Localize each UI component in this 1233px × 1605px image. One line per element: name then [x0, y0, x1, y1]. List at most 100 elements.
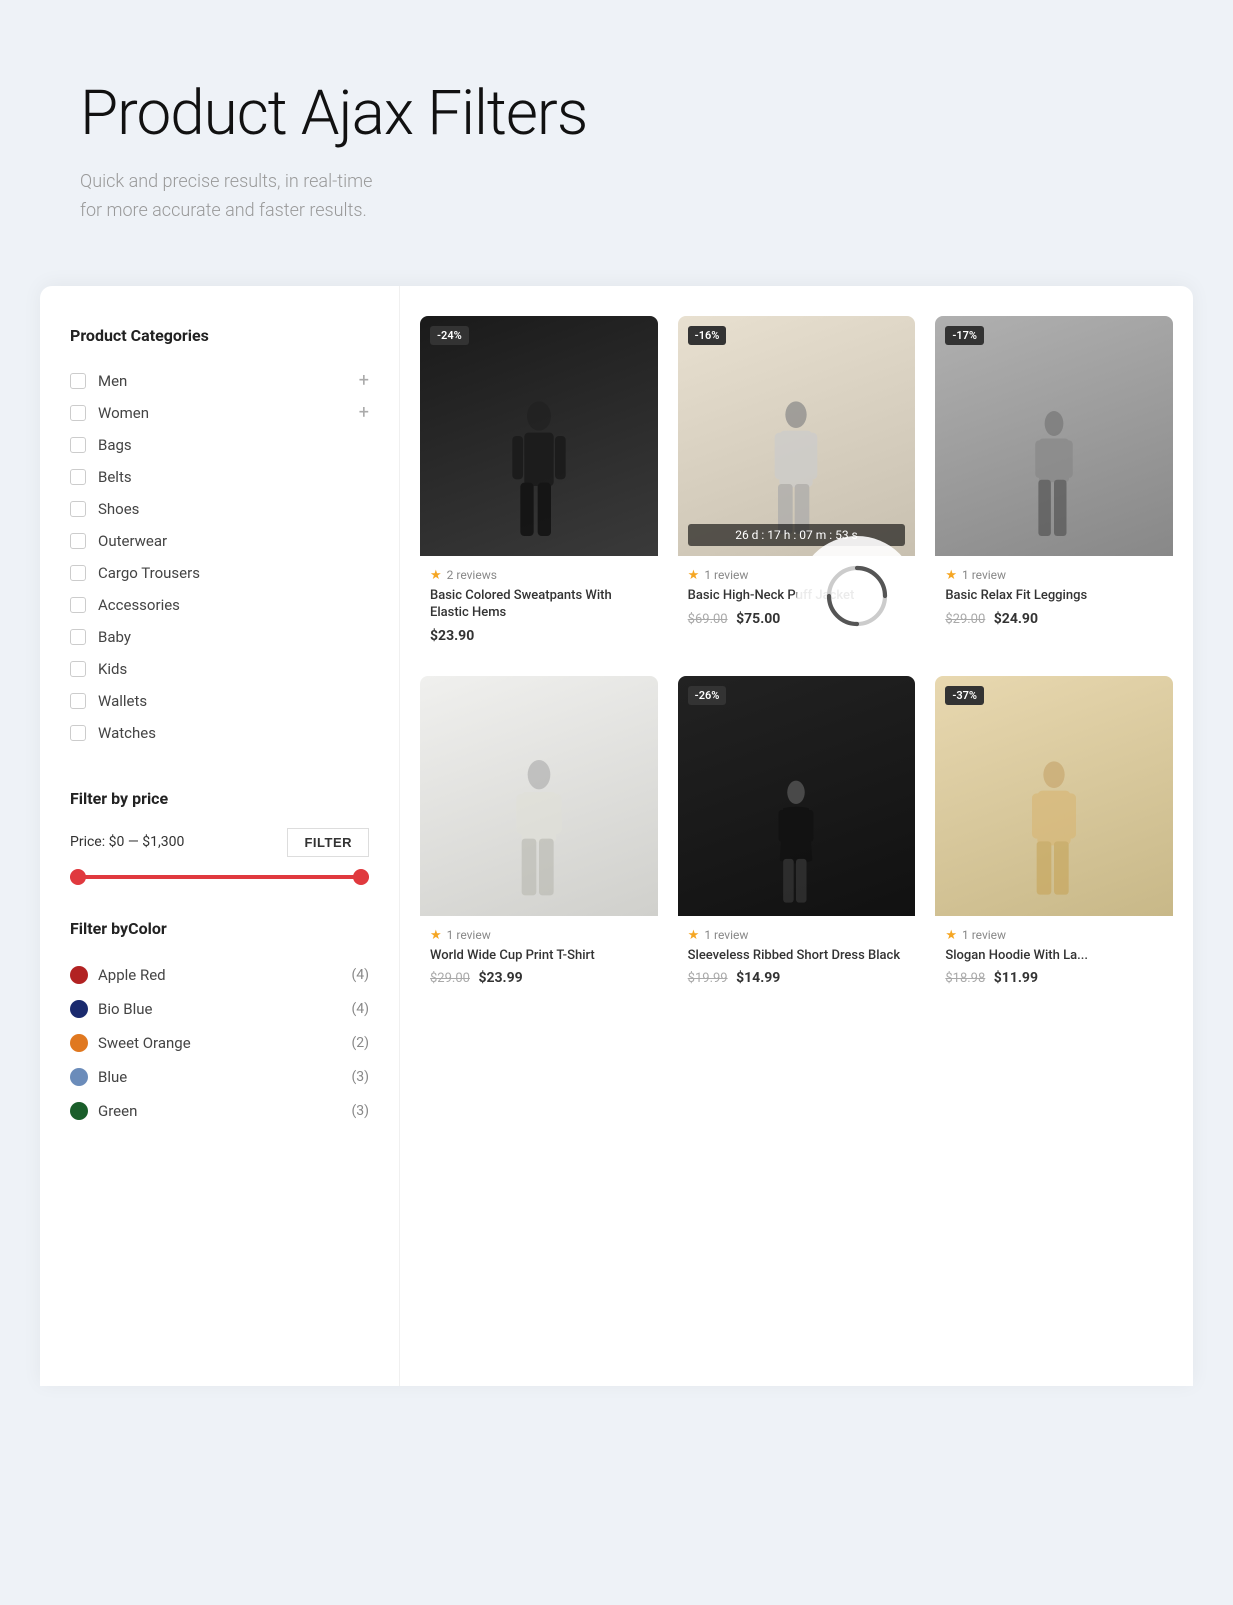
checkbox-women[interactable] [70, 405, 86, 421]
badge-p2: -16% [688, 326, 727, 345]
category-item-outerwear: Outerwear [70, 525, 369, 557]
price-filter-title: Filter by price [70, 789, 369, 808]
product-figure-p3 [1017, 406, 1092, 556]
product-card-p1[interactable]: -24% ★ 2 reviews [420, 316, 658, 656]
product-info-p6: ★ 1 review Slogan Hoodie With La... $18.… [935, 916, 1173, 999]
category-label-accessories: Accessories [98, 596, 180, 614]
spinner-icon [822, 561, 892, 631]
hero-subtitle: Quick and precise results, in real-time … [80, 168, 1153, 226]
old-price-p5: $19.99 [688, 971, 728, 986]
color-name-apple-red: Apple Red [98, 966, 166, 984]
category-item-wallets: Wallets [70, 685, 369, 717]
price-filter-section: Filter by price Price: $0 — $1,300 FILTE… [70, 789, 369, 879]
product-image-p4 [420, 676, 658, 916]
color-count-apple-red: (4) [351, 967, 369, 983]
expand-icon-men[interactable]: + [359, 372, 369, 390]
price-max: $1,300 [142, 834, 184, 850]
star-icon-p5: ★ [688, 928, 700, 943]
category-label-women: Women [98, 404, 149, 422]
slider-track [70, 875, 369, 879]
slider-thumb-min[interactable] [70, 869, 86, 885]
checkbox-outerwear[interactable] [70, 533, 86, 549]
star-icon-p1: ★ [430, 568, 442, 583]
color-swatch-bio-blue [70, 1000, 88, 1018]
checkbox-shoes[interactable] [70, 501, 86, 517]
product-name-p6: Slogan Hoodie With La... [945, 948, 1163, 965]
color-swatch-sweet-orange [70, 1034, 88, 1052]
color-count-blue: (3) [351, 1069, 369, 1085]
checkbox-belts[interactable] [70, 469, 86, 485]
old-price-p4: $29.00 [430, 971, 470, 986]
checkbox-cargo-trousers[interactable] [70, 565, 86, 581]
checkbox-men[interactable] [70, 373, 86, 389]
price-range-label: Price: $0 — $1,300 FILTER [70, 828, 369, 857]
price-range-text: Price: $0 — $1,300 [70, 834, 184, 850]
checkbox-watches[interactable] [70, 725, 86, 741]
price-separator: — [128, 834, 142, 850]
color-item-sweet-orange[interactable]: Sweet Orange (2) [70, 1026, 369, 1060]
filter-button[interactable]: FILTER [287, 828, 369, 857]
hero-subtitle-line2: for more accurate and faster results. [80, 200, 367, 221]
price-min: $0 [109, 834, 125, 850]
category-item-accessories: Accessories [70, 589, 369, 621]
products-area: -24% ★ 2 reviews [400, 286, 1193, 1386]
product-rating-p3: ★ 1 review [945, 568, 1163, 583]
product-card-p4[interactable]: ★ 1 review World Wide Cup Print T-Shirt … [420, 676, 658, 999]
product-price-p3: $29.00 $24.90 [945, 611, 1163, 627]
color-filter-section: Filter byColor Apple Red (4) Bio Blue (4… [70, 919, 369, 1128]
color-name-green: Green [98, 1102, 137, 1120]
color-name-bio-blue: Bio Blue [98, 1000, 153, 1018]
product-rating-p4: ★ 1 review [430, 928, 648, 943]
products-grid: -24% ★ 2 reviews [420, 316, 1173, 999]
star-icon-p3: ★ [945, 568, 957, 583]
price-slider[interactable] [70, 875, 369, 879]
review-count-p1: 2 reviews [447, 568, 497, 582]
category-item-kids: Kids [70, 653, 369, 685]
checkbox-accessories[interactable] [70, 597, 86, 613]
hero-section: Product Ajax Filters Quick and precise r… [0, 0, 1233, 286]
category-item-watches: Watches [70, 717, 369, 749]
review-count-p5: 1 review [704, 928, 748, 942]
checkbox-wallets[interactable] [70, 693, 86, 709]
slider-thumb-max[interactable] [353, 869, 369, 885]
review-count-p4: 1 review [447, 928, 491, 942]
product-rating-p1: ★ 2 reviews [430, 568, 648, 583]
category-item-belts: Belts [70, 461, 369, 493]
color-item-apple-red[interactable]: Apple Red (4) [70, 958, 369, 992]
page-title: Product Ajax Filters [80, 80, 1153, 148]
category-item-bags: Bags [70, 429, 369, 461]
old-price-p3: $29.00 [945, 612, 985, 627]
category-label-cargo-trousers: Cargo Trousers [98, 564, 200, 582]
product-price-p5: $19.99 $14.99 [688, 970, 906, 986]
color-item-blue[interactable]: Blue (3) [70, 1060, 369, 1094]
color-swatch-apple-red [70, 966, 88, 984]
product-info-p4: ★ 1 review World Wide Cup Print T-Shirt … [420, 916, 658, 999]
expand-icon-women[interactable]: + [359, 404, 369, 422]
color-item-green[interactable]: Green (3) [70, 1094, 369, 1128]
color-filter-title: Filter byColor [70, 919, 369, 938]
checkbox-baby[interactable] [70, 629, 86, 645]
badge-p5: -26% [688, 686, 727, 705]
product-image-p1: -24% [420, 316, 658, 556]
product-figure-p5 [761, 776, 831, 916]
category-item-cargo-trousers: Cargo Trousers [70, 557, 369, 589]
star-icon-p4: ★ [430, 928, 442, 943]
product-card-p3[interactable]: -17% ★ 1 review Basic Rela [935, 316, 1173, 656]
review-count-p6: 1 review [962, 928, 1006, 942]
category-label-shoes: Shoes [98, 500, 139, 518]
color-item-bio-blue[interactable]: Bio Blue (4) [70, 992, 369, 1026]
categories-section: Product Categories Men + Women + [70, 326, 369, 749]
color-count-green: (3) [351, 1103, 369, 1119]
badge-p3: -17% [945, 326, 984, 345]
checkbox-kids[interactable] [70, 661, 86, 677]
product-card-p6[interactable]: -37% ★ 1 review Slogan Hoo [935, 676, 1173, 999]
product-card-p5[interactable]: -26% ★ 1 review Sleeveless [678, 676, 916, 999]
old-price-p6: $18.98 [945, 971, 985, 986]
review-count-p2: 1 review [704, 568, 748, 582]
category-label-bags: Bags [98, 436, 132, 454]
checkbox-bags[interactable] [70, 437, 86, 453]
color-name-blue: Blue [98, 1068, 127, 1086]
product-figure-p4 [499, 756, 579, 916]
color-count-sweet-orange: (2) [351, 1035, 369, 1051]
category-label-wallets: Wallets [98, 692, 147, 710]
